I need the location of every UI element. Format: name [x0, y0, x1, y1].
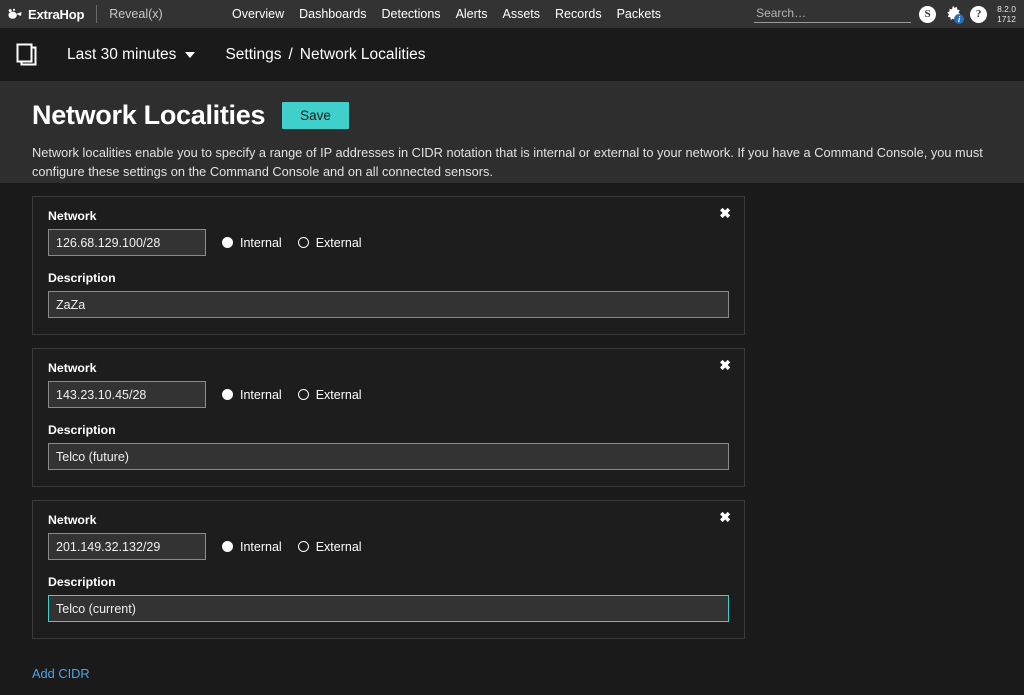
logo-divider: [96, 5, 98, 23]
page-title: Network Localities: [32, 100, 266, 130]
scope-radio-group: Internal External: [222, 236, 362, 250]
network-row: Internal External: [48, 381, 729, 408]
panes-icon[interactable]: [14, 42, 42, 68]
radio-external-dot: [297, 541, 309, 552]
radio-external[interactable]: External: [297, 387, 362, 402]
locality-card: ✖ Network Internal External Description: [32, 348, 745, 487]
network-row: Internal External: [48, 533, 729, 560]
network-cidr-input[interactable]: [48, 533, 206, 560]
support-icon[interactable]: S: [919, 5, 937, 23]
nav-right-cluster: S i ? 8.2.0 1712: [754, 0, 1016, 28]
nav-item-assets[interactable]: Assets: [503, 7, 541, 21]
nav-item-records[interactable]: Records: [555, 7, 602, 21]
save-button[interactable]: Save: [282, 102, 349, 129]
localities-list: ✖ Network Internal External Description …: [0, 183, 1024, 695]
locality-card: ✖ Network Internal External Description: [32, 500, 745, 639]
gear-info-badge: i: [954, 14, 965, 24]
remove-locality-button[interactable]: ✖: [719, 206, 731, 220]
nav-item-packets[interactable]: Packets: [617, 7, 661, 21]
radio-external[interactable]: External: [297, 235, 362, 250]
radio-internal-dot: [222, 541, 233, 552]
radio-external-dot: [297, 389, 309, 400]
extrahop-logo-icon: [8, 8, 22, 19]
breadcrumb: Settings / Network Localities: [225, 46, 425, 64]
product-name: Reveal(x): [109, 7, 163, 21]
description-label: Description: [48, 575, 116, 589]
description-label: Description: [48, 271, 116, 285]
time-range-label: Last 30 minutes: [67, 45, 177, 63]
description-input[interactable]: [48, 443, 729, 470]
search-input[interactable]: [754, 5, 912, 23]
radio-external-label: External: [315, 235, 362, 250]
brand-name: ExtraHop: [28, 6, 85, 22]
page-title-row: Network Localities Save: [32, 100, 992, 131]
network-cidr-input[interactable]: [48, 381, 206, 408]
version-info: 8.2.0 1712: [997, 4, 1016, 24]
radio-internal-dot: [222, 389, 233, 400]
add-cidr-link[interactable]: Add CIDR: [32, 666, 90, 681]
remove-locality-button[interactable]: ✖: [719, 510, 731, 524]
build-number: 1712: [997, 14, 1016, 24]
help-icon[interactable]: ?: [970, 5, 988, 23]
breadcrumb-separator: /: [288, 45, 293, 63]
scope-radio-group: Internal External: [222, 388, 362, 402]
network-label: Network: [48, 361, 97, 375]
radio-internal-label: Internal: [240, 539, 282, 554]
description-label: Description: [48, 423, 116, 437]
radio-internal[interactable]: Internal: [222, 236, 282, 250]
network-label: Network: [48, 209, 97, 223]
nav-item-detections[interactable]: Detections: [382, 7, 441, 21]
primary-nav: Overview Dashboards Detections Alerts As…: [232, 0, 661, 28]
network-label: Network: [48, 513, 97, 527]
description-input[interactable]: [48, 291, 729, 318]
radio-external-label: External: [315, 539, 362, 554]
radio-internal[interactable]: Internal: [222, 388, 282, 402]
description-input[interactable]: [48, 595, 729, 622]
sub-header-bar: Last 30 minutes Settings / Network Local…: [0, 28, 1024, 81]
radio-internal[interactable]: Internal: [222, 540, 282, 554]
breadcrumb-current: Network Localities: [299, 45, 426, 63]
radio-external-dot: [297, 237, 309, 248]
chevron-down-icon: [185, 51, 196, 58]
breadcrumb-settings[interactable]: Settings: [225, 46, 281, 64]
nav-item-dashboards[interactable]: Dashboards: [299, 7, 366, 21]
network-row: Internal External: [48, 229, 729, 256]
remove-locality-button[interactable]: ✖: [719, 358, 731, 372]
radio-external[interactable]: External: [297, 539, 362, 554]
version-number: 8.2.0: [997, 4, 1016, 14]
nav-item-alerts[interactable]: Alerts: [456, 7, 488, 21]
radio-internal-label: Internal: [240, 235, 282, 250]
radio-internal-dot: [222, 237, 233, 248]
page-header: Network Localities Save Network localiti…: [0, 81, 1024, 183]
scope-radio-group: Internal External: [222, 540, 362, 554]
nav-item-overview[interactable]: Overview: [232, 7, 284, 21]
locality-card: ✖ Network Internal External Description: [32, 196, 745, 335]
brand-logo[interactable]: ExtraHop: [0, 7, 84, 22]
gear-icon[interactable]: i: [944, 5, 965, 24]
radio-external-label: External: [315, 387, 362, 402]
radio-internal-label: Internal: [240, 387, 282, 402]
top-navigation-bar: ExtraHop Reveal(x) Overview Dashboards D…: [0, 0, 1024, 28]
network-cidr-input[interactable]: [48, 229, 206, 256]
page-description: Network localities enable you to specify…: [32, 145, 983, 179]
time-range-selector[interactable]: Last 30 minutes: [67, 45, 196, 64]
